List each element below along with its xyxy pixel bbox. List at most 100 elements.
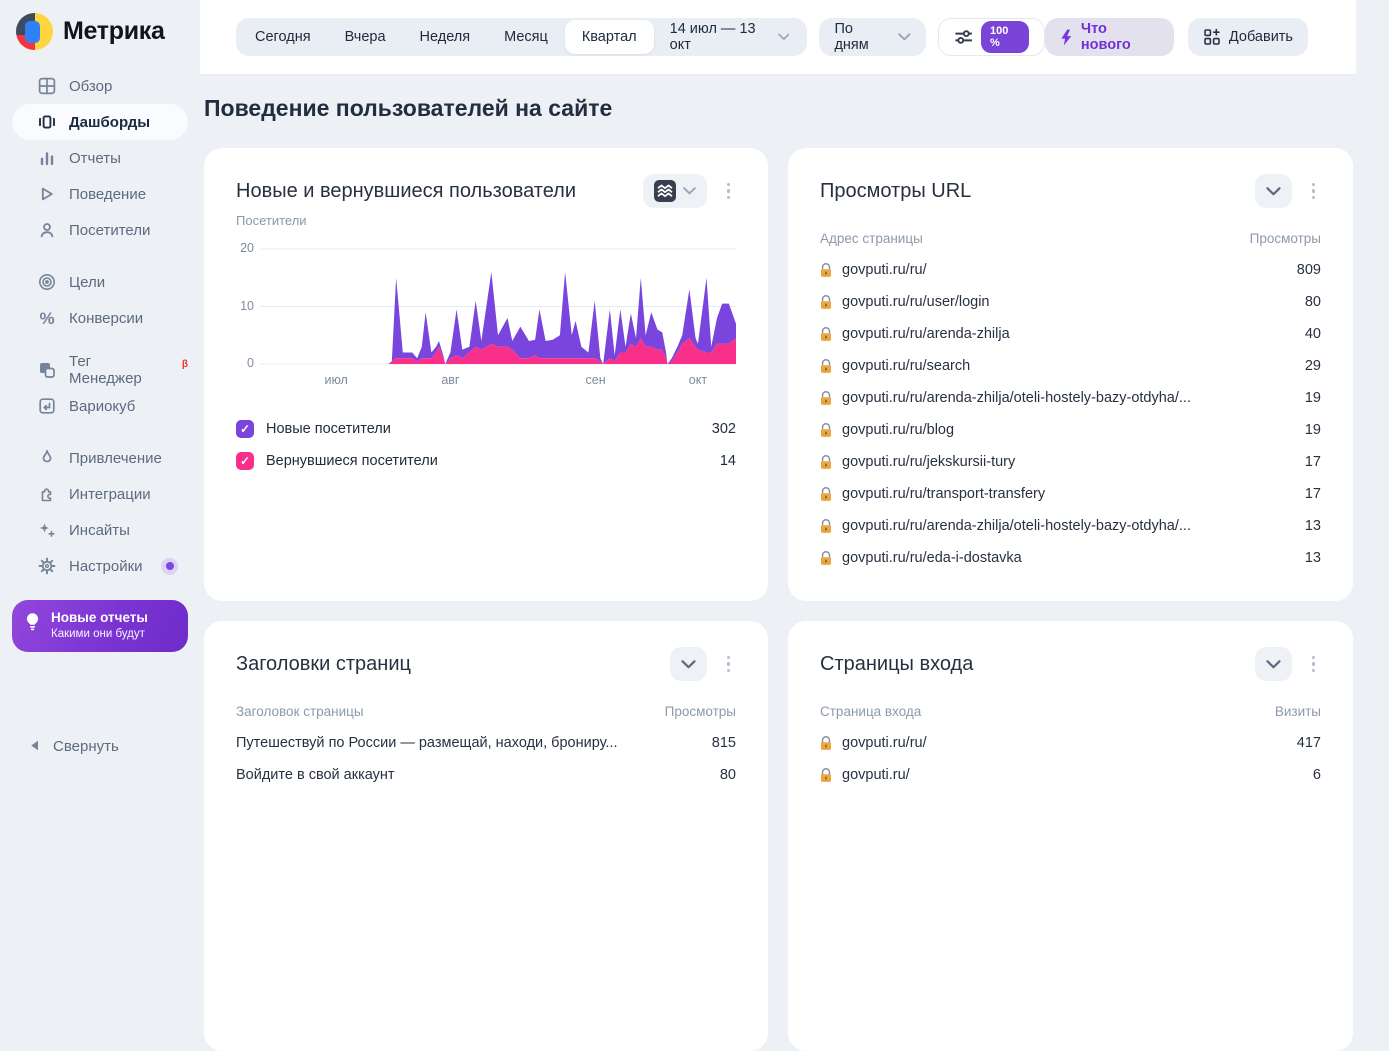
sidebar-item-settings[interactable]: Настройки — [12, 548, 188, 584]
page-url-link[interactable]: govputi.ru/ru/ — [842, 735, 927, 751]
column-header-value: Просмотры — [665, 704, 736, 719]
metrika-logo-icon — [16, 13, 53, 50]
widget-menu-button[interactable] — [721, 652, 737, 677]
column-header-name: Адрес страницы — [820, 231, 923, 246]
page-title-text: Путешествуй по России — размещай, находи… — [236, 735, 618, 751]
whats-new-button[interactable]: Что нового — [1045, 18, 1174, 56]
granularity-select[interactable]: По дням — [819, 18, 925, 56]
legend-label: Вернувшиеся посетители — [266, 453, 438, 469]
sidebar-item-acquisition[interactable]: Привлечение — [12, 440, 188, 476]
entry-pages-table: govputi.ru/ru/417govputi.ru/6 — [820, 727, 1321, 791]
lock-icon — [820, 359, 832, 374]
table-row: govputi.ru/ru/arenda-zhilja/oteli-hostel… — [820, 510, 1321, 542]
stacked-area-icon — [654, 180, 676, 202]
sidebar-item-variocube[interactable]: Вариокуб — [12, 388, 188, 424]
checkbox-returning-visitors[interactable]: ✓ — [236, 452, 254, 470]
metrika-logo[interactable]: Метрика — [0, 0, 200, 50]
sidebar-item-dashboards[interactable]: Дашборды — [12, 104, 188, 140]
overview-grid-icon — [38, 77, 56, 95]
sidebar-item-reports[interactable]: Отчеты — [12, 140, 188, 176]
table-row: govputi.ru/6 — [820, 759, 1321, 791]
sidebar-item-goals[interactable]: Цели — [12, 264, 188, 300]
page-url-link[interactable]: govputi.ru/ru/jekskursii-tury — [842, 454, 1015, 470]
sampling-settings-button[interactable]: 100 % — [938, 18, 1046, 56]
x-tick-label: сен — [586, 373, 606, 387]
new-reports-banner[interactable]: Новые отчеты Какими они будут — [12, 600, 188, 652]
legend-item-returning-visitors[interactable]: ✓ Вернувшиеся посетители 14 — [236, 445, 736, 477]
expand-select[interactable] — [1255, 647, 1292, 681]
sidebar-item-overview[interactable]: Обзор — [12, 68, 188, 104]
sampling-badge: 100 % — [981, 21, 1029, 53]
chart-legend: ✓ Новые посетители 302 ✓ Вернувшиеся пос… — [236, 413, 736, 477]
page-url-link[interactable]: govputi.ru/ru/eda-i-dostavka — [842, 550, 1022, 566]
legend-item-new-visitors[interactable]: ✓ Новые посетители 302 — [236, 413, 736, 445]
page-url-link[interactable]: govputi.ru/ru/arenda-zhilja — [842, 326, 1010, 342]
sidebar-item-conversions[interactable]: % Конверсии — [12, 300, 188, 336]
sidebar-item-label: Настройки — [69, 558, 143, 575]
expand-select[interactable] — [670, 647, 707, 681]
tab-yesterday[interactable]: Вчера — [328, 20, 403, 54]
custom-date-range[interactable]: 14 июл — 13 окт — [654, 21, 806, 53]
page-url-link[interactable]: govputi.ru/ru/user/login — [842, 294, 990, 310]
lock-icon — [820, 736, 832, 751]
page-url-link[interactable]: govputi.ru/ru/transport-transfery — [842, 486, 1045, 502]
page-url-link[interactable]: govputi.ru/ — [842, 767, 910, 783]
play-icon — [38, 185, 56, 203]
add-widget-button[interactable]: Добавить — [1188, 18, 1308, 56]
lock-icon — [820, 327, 832, 342]
y-tick-label: 10 — [240, 299, 254, 313]
banner-title: Новые отчеты — [51, 609, 148, 627]
x-tick-label: июл — [324, 373, 347, 387]
table-row: govputi.ru/ru/417 — [820, 727, 1321, 759]
lightbulb-icon — [24, 612, 41, 642]
whats-new-label: Что нового — [1081, 21, 1159, 53]
add-grid-icon — [1203, 28, 1221, 46]
metric-value: 19 — [1305, 422, 1321, 438]
widgets-grid: Новые и вернувшиеся пользователи Посетит… — [204, 148, 1353, 1051]
main-area: Сегодня Вчера Неделя Месяц Квартал 14 ию… — [200, 0, 1356, 1051]
lock-icon — [820, 455, 832, 470]
metric-value: 417 — [1297, 735, 1321, 751]
tab-quarter[interactable]: Квартал — [565, 20, 654, 54]
sidebar-item-label: Тег Менеджер — [69, 353, 167, 387]
page-url-link[interactable]: govputi.ru/ru/search — [842, 358, 970, 374]
percent-icon: % — [38, 309, 56, 327]
page-url-link[interactable]: govputi.ru/ru/blog — [842, 422, 954, 438]
chart-type-select[interactable] — [643, 174, 707, 208]
table-row: govputi.ru/ru/jekskursii-tury17 — [820, 446, 1321, 478]
sidebar-item-visitors[interactable]: Посетители — [12, 212, 188, 248]
checkbox-new-visitors[interactable]: ✓ — [236, 420, 254, 438]
sliders-icon — [954, 29, 973, 45]
tab-month[interactable]: Месяц — [487, 20, 565, 54]
person-icon — [38, 221, 56, 239]
widget-menu-button[interactable] — [1306, 652, 1322, 677]
collapse-sidebar-button[interactable]: Свернуть — [30, 738, 119, 755]
metric-value: 80 — [720, 767, 736, 783]
sparkles-icon — [38, 521, 56, 539]
tab-week[interactable]: Неделя — [403, 20, 488, 54]
widget-menu-button[interactable] — [721, 179, 737, 204]
gear-icon — [38, 557, 56, 575]
table-row: Войдите в свой аккаунт80 — [236, 759, 736, 791]
page-title: Поведение пользователей на сайте — [204, 95, 1356, 122]
metric-value: 13 — [1305, 518, 1321, 534]
widget-title: Новые и вернувшиеся пользователи — [236, 180, 576, 203]
page-url-link[interactable]: govputi.ru/ru/arenda-zhilja/oteli-hostel… — [842, 518, 1191, 534]
sidebar-item-tag-manager[interactable]: Тег Менеджер β — [12, 352, 188, 388]
add-label: Добавить — [1229, 29, 1293, 45]
sidebar-item-integrations[interactable]: Интеграции — [12, 476, 188, 512]
sidebar-item-insights[interactable]: Инсайты — [12, 512, 188, 548]
widget-menu-button[interactable] — [1306, 179, 1322, 204]
granularity-value: По дням — [834, 21, 889, 53]
metric-value: 80 — [1305, 294, 1321, 310]
sidebar-item-behavior[interactable]: Поведение — [12, 176, 188, 212]
page-url-link[interactable]: govputi.ru/ru/arenda-zhilja/oteli-hostel… — [842, 390, 1191, 406]
variocube-icon — [38, 397, 56, 415]
tab-today[interactable]: Сегодня — [238, 20, 328, 54]
lock-icon — [820, 391, 832, 406]
column-header-name: Страница входа — [820, 704, 921, 719]
widget-title: Заголовки страниц — [236, 653, 411, 676]
expand-select[interactable] — [1255, 174, 1292, 208]
toolbar: Сегодня Вчера Неделя Месяц Квартал 14 ию… — [200, 0, 1356, 75]
page-url-link[interactable]: govputi.ru/ru/ — [842, 262, 927, 278]
